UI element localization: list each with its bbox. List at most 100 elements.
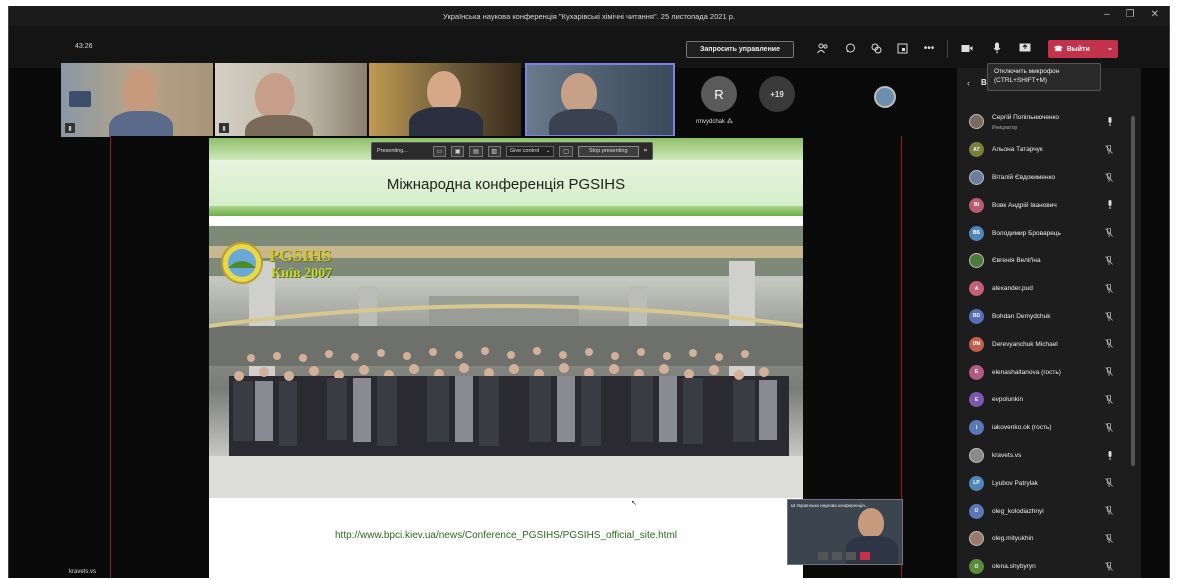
participant-video — [549, 109, 617, 135]
current-user-label: kravets.vs — [69, 569, 97, 575]
avatar[interactable] — [874, 86, 896, 108]
microphone-icon[interactable] — [989, 40, 1005, 56]
participant-row[interactable]: ВІ Вовк Андрій Іванович — [957, 191, 1141, 219]
avatar-initials: E — [969, 392, 984, 408]
toolbar-divider — [947, 40, 948, 58]
participant-row[interactable]: oleg.mityukhin — [957, 525, 1141, 553]
meeting-timer: 43:26 — [75, 43, 93, 50]
chevron-left-icon[interactable]: ‹ — [967, 78, 970, 88]
stop-presenting-button[interactable]: Stop presenting — [577, 145, 639, 157]
participant-row[interactable]: Євгенія Веліґіна — [957, 247, 1141, 275]
participant-row[interactable]: Сергій Попільнюченко Инициатор — [957, 108, 1141, 136]
avatar — [969, 253, 984, 269]
participant-row[interactable]: Ooleg_kolodiazhnyi — [957, 497, 1141, 525]
layout-button[interactable]: ▭ — [432, 145, 447, 157]
pip-controls — [818, 552, 870, 560]
participant-role: Инициатор — [992, 125, 1018, 131]
layout-button[interactable]: ▥ — [487, 145, 501, 157]
sunflower-logo-icon — [221, 242, 263, 284]
self-view-pip[interactable]: Ш Українська наукова конференція... — [787, 499, 903, 565]
participants-icon[interactable] — [815, 40, 831, 56]
leave-button[interactable]: ☎ Выйти ⌄ — [1048, 40, 1118, 58]
mic-muted-icon — [1105, 311, 1113, 323]
microphone-icon[interactable] — [832, 552, 842, 560]
participant-avatar[interactable]: R — [701, 76, 737, 112]
participant-video — [109, 111, 173, 137]
participant-row[interactable]: Oolena.shybyryn — [957, 553, 1141, 578]
participant-video — [858, 508, 884, 538]
tooltip-line-1: Отключить микрофон — [994, 68, 1060, 75]
layout-button[interactable]: ▣ — [451, 145, 465, 157]
video-tile[interactable]: ▮ — [215, 63, 367, 137]
participant-row[interactable]: Віталій Євдокименко — [957, 164, 1141, 192]
hang-up-icon[interactable] — [860, 552, 870, 560]
avatar — [969, 114, 984, 130]
participant-name-text: rmvydchak — [696, 119, 726, 125]
camera-icon[interactable] — [818, 552, 828, 560]
minimize-icon[interactable]: – — [1104, 9, 1110, 20]
share-screen-icon[interactable] — [846, 552, 856, 560]
phone-icon: ☎ — [1054, 46, 1063, 53]
avatar-initials: O — [969, 503, 984, 519]
panel-scrollbar[interactable] — [1131, 116, 1135, 466]
mic-muted-icon — [1105, 533, 1113, 545]
participant-row[interactable]: BD Bohdan Demydchuk — [957, 303, 1141, 331]
participant-name: oleg.mityukhin — [992, 535, 1034, 543]
participant-row[interactable]: Iiakovenko.ok (гость) — [957, 414, 1141, 442]
maximize-icon[interactable]: ❐ — [1126, 9, 1135, 20]
participant-name: Євгенія Веліґіна — [992, 257, 1041, 265]
participant-row[interactable]: kravets.vs — [957, 442, 1141, 470]
avatar-initials: O — [969, 559, 984, 575]
share-screen-icon[interactable] — [1017, 40, 1033, 56]
participant-name: Володимир Броварець — [992, 229, 1061, 237]
mic-muted-icon — [1105, 172, 1113, 184]
panel-title: В — [981, 78, 987, 87]
participant-row[interactable]: ВБ Володимир Броварець — [957, 219, 1141, 247]
participant-video — [427, 71, 461, 111]
pin-icon[interactable]: ⌗ — [644, 148, 647, 155]
rooms-icon[interactable] — [894, 40, 910, 56]
more-participants-badge[interactable]: +19 — [759, 76, 795, 112]
participant-row[interactable]: DM Derevyanchuk Michael — [957, 330, 1141, 358]
participant-name: evpolunkin — [992, 396, 1024, 404]
video-tile[interactable] — [369, 63, 521, 137]
participant-name: Lyubov Patrylak — [992, 479, 1039, 487]
participant-row[interactable]: Eelenashaitanova (гость) — [957, 358, 1141, 386]
mic-muted-icon: ▮ — [65, 123, 75, 133]
participant-row[interactable]: АТ Альона Татарчук — [957, 136, 1141, 164]
presenting-status: Presenting... — [377, 148, 408, 154]
mic-muted-icon — [1105, 255, 1113, 267]
slide-title: Міжнародна конференція PGSIHS — [386, 176, 626, 193]
video-tile-speaking[interactable] — [525, 63, 675, 137]
group-photo: PGSIHS Київ 2007 — [209, 226, 803, 498]
pip-title: Ш Українська наукова конференція... — [791, 503, 869, 508]
avatar — [969, 447, 984, 463]
participant-name: kravets.vs — [992, 451, 1022, 459]
logo-subtitle: Київ 2007 — [271, 266, 333, 281]
more-options-icon[interactable]: ••• — [921, 40, 937, 56]
close-icon[interactable]: ✕ — [1151, 9, 1159, 20]
mic-muted-icon: ⁂ — [726, 119, 733, 125]
participant-row[interactable]: Аalexander.pud — [957, 275, 1141, 303]
give-control-dropdown[interactable]: Give control ⌄ — [505, 145, 555, 157]
request-control-button[interactable]: Запросить управление — [686, 41, 794, 58]
layout-button[interactable]: ▤ — [469, 145, 483, 157]
chat-icon[interactable] — [842, 40, 858, 56]
participant-row[interactable]: Eevpolunkin — [957, 386, 1141, 414]
participant-row[interactable]: LP Lyubov Patrylak — [957, 469, 1141, 497]
camera-icon[interactable] — [959, 40, 975, 56]
mute-tooltip: Отключить микрофон (CTRL+SHIFT+M) — [987, 63, 1101, 91]
mic-muted-icon — [1105, 144, 1113, 156]
participant-name: Bohdan Demydchuk — [992, 312, 1051, 320]
chevron-down-icon[interactable]: ⌄ — [1107, 44, 1113, 52]
slide-decoration — [209, 206, 803, 216]
participant-video — [69, 91, 91, 107]
share-audio-icon[interactable]: ▢ — [559, 145, 573, 157]
participant-name: Вовк Андрій Іванович — [992, 201, 1057, 209]
presenter-control-bar: Presenting... ▭ ▣ ▤ ▥ Give control ⌄ ▢ S… — [371, 142, 653, 160]
mic-muted-icon — [1105, 227, 1113, 239]
title-bar: Українська наукова конференція "Кухарівс… — [9, 6, 1169, 26]
mic-muted-icon — [1105, 394, 1113, 406]
video-tile[interactable]: ▮ — [61, 63, 213, 137]
reactions-icon[interactable] — [868, 40, 884, 56]
